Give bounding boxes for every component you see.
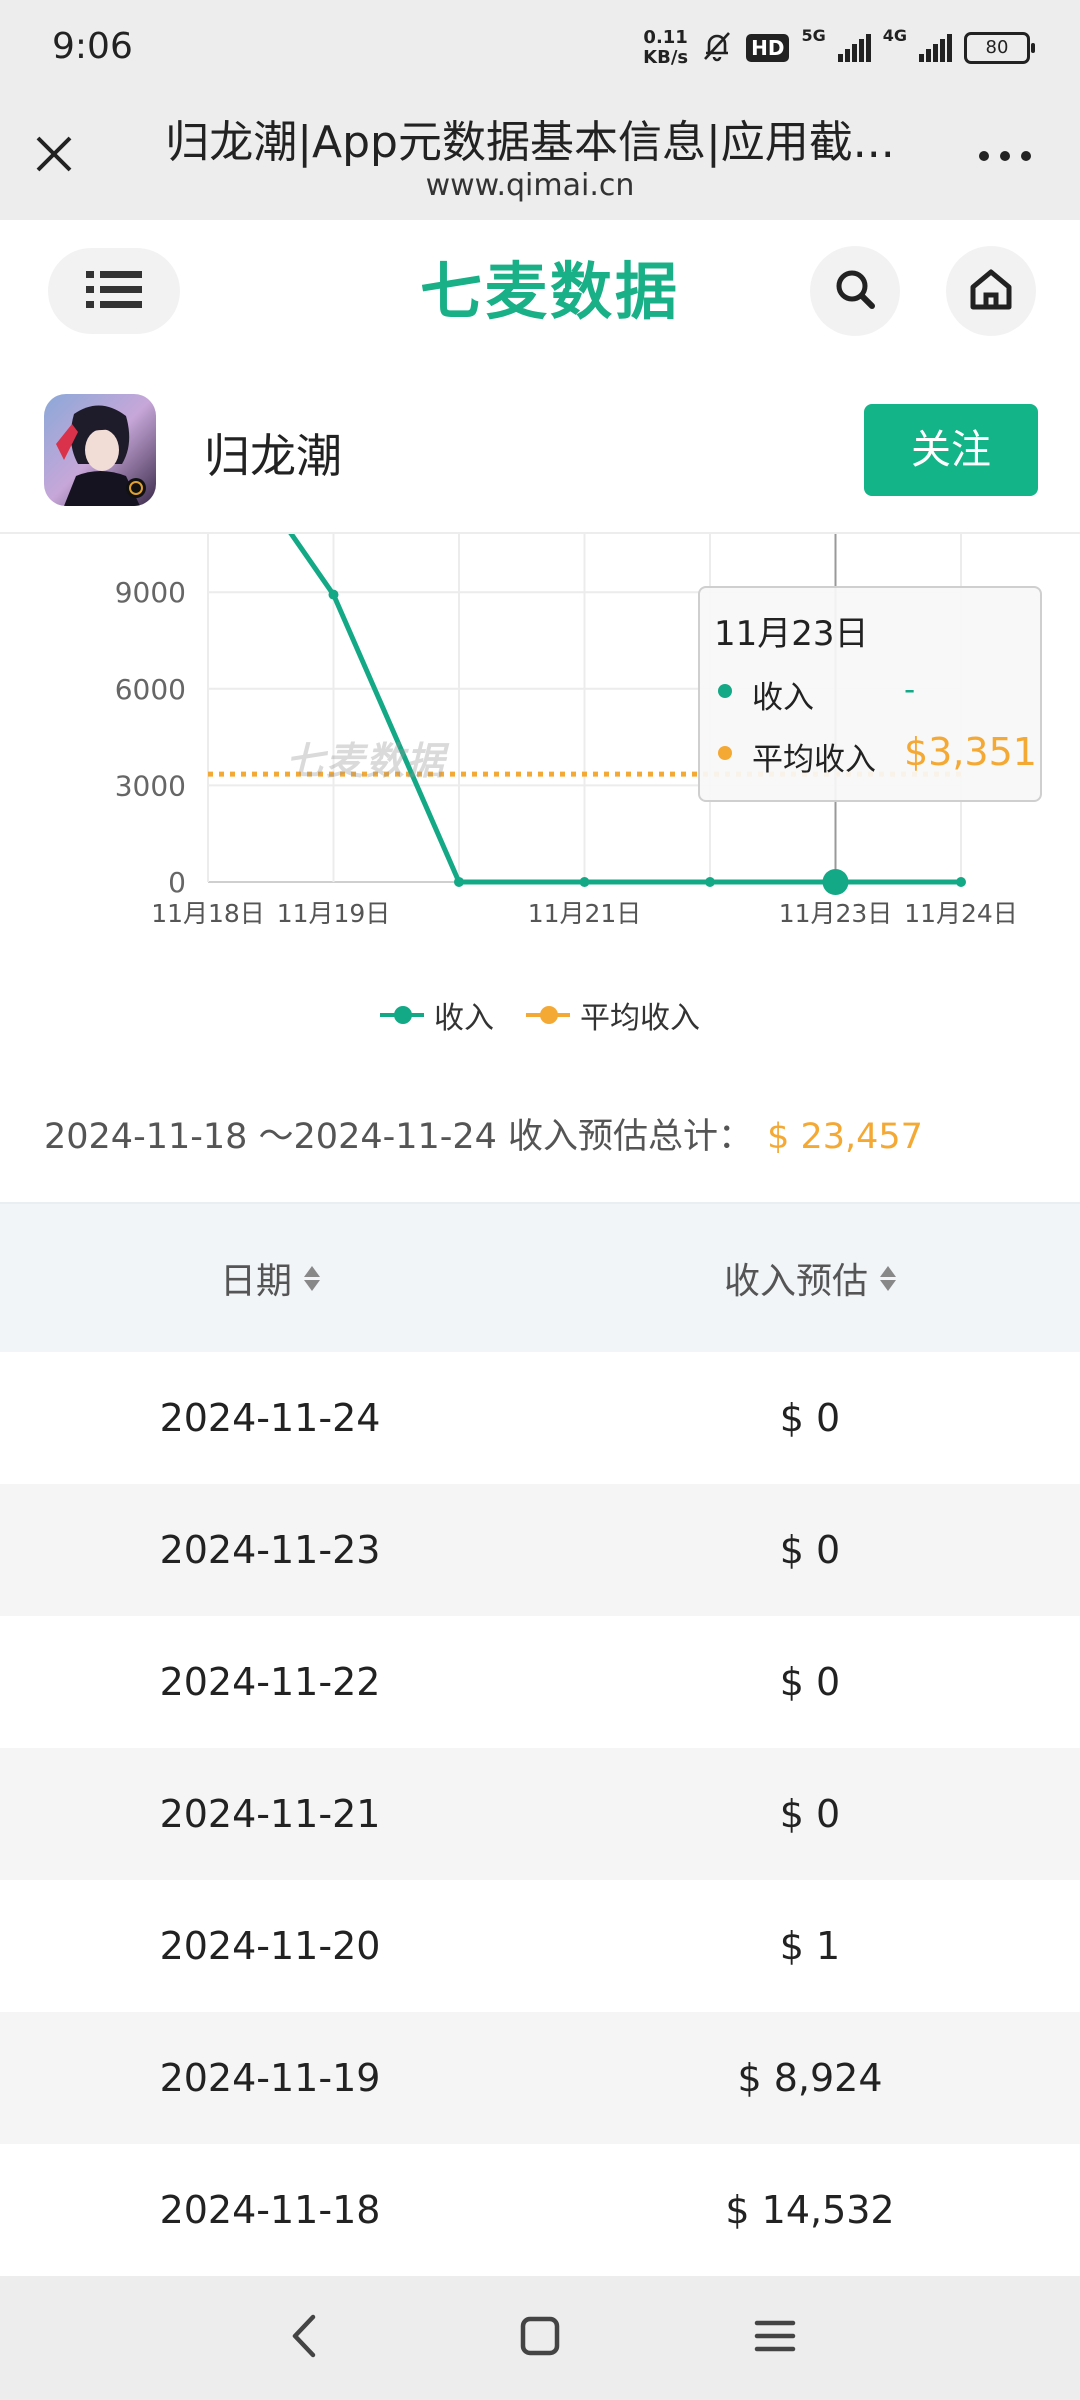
chart-watermark: 七麦数据 bbox=[286, 739, 447, 783]
table-row: 2024-11-22 $ 0 bbox=[0, 1616, 1080, 1748]
search-icon bbox=[833, 267, 877, 315]
legend-revenue-label: 收入 bbox=[434, 1001, 494, 1036]
signal-5g-label: 5G bbox=[801, 26, 826, 45]
recents-button[interactable] bbox=[730, 2296, 820, 2380]
list-icon bbox=[86, 269, 142, 313]
browser-page-title: 归龙潮|App元数据基本信息|应用截... bbox=[165, 117, 895, 168]
sort-icon[interactable] bbox=[880, 1265, 896, 1291]
battery-icon: 80 bbox=[964, 32, 1035, 64]
signal-4g-icon bbox=[919, 34, 952, 62]
legend-item-revenue[interactable]: 收入 bbox=[380, 993, 494, 1037]
y-tick-label: 9000 bbox=[115, 576, 186, 609]
tooltip-revenue-value: - bbox=[904, 672, 916, 708]
cell-date: 2024-11-24 bbox=[159, 1396, 381, 1440]
home-icon bbox=[967, 265, 1015, 317]
cell-revenue: $ 0 bbox=[779, 1396, 841, 1440]
legend-average-label: 平均收入 bbox=[580, 1001, 700, 1036]
tooltip-revenue-label: 收入 bbox=[752, 680, 814, 716]
status-time: 9:06 bbox=[52, 26, 133, 67]
y-tick-label: 0 bbox=[168, 866, 186, 899]
header-revenue-label: 收入预估 bbox=[723, 1261, 868, 1302]
y-axis: 0 3000 6000 9000 bbox=[115, 576, 186, 899]
home-button[interactable] bbox=[946, 246, 1036, 336]
cell-revenue: $ 1 bbox=[779, 1924, 841, 1968]
home-nav-button[interactable] bbox=[495, 2296, 585, 2380]
cell-date: 2024-11-22 bbox=[159, 1660, 381, 1704]
sort-icon[interactable] bbox=[304, 1265, 320, 1291]
revenue-summary: 2024-11-18 ～2024-11-24 收入预估总计： $ 23,457 bbox=[44, 1108, 923, 1159]
y-tick-label: 3000 bbox=[115, 769, 186, 802]
signal-5g-icon bbox=[837, 34, 871, 62]
legend-item-average[interactable]: 平均收入 bbox=[526, 993, 700, 1037]
browser-url[interactable]: www.qimai.cn bbox=[140, 168, 920, 203]
y-tick-label: 6000 bbox=[115, 673, 186, 706]
table-row: 2024-11-24 $ 0 bbox=[0, 1352, 1080, 1484]
table-row: 2024-11-20 $ 1 bbox=[0, 1880, 1080, 2012]
x-tick-label: 11月18日 bbox=[151, 899, 265, 928]
summary-label: 2024-11-18 ～2024-11-24 收入预估总计： bbox=[44, 1117, 754, 1157]
legend-revenue-marker bbox=[380, 1006, 424, 1024]
hd-voice-icon: HD bbox=[746, 34, 790, 62]
signal-4g-label: 4G bbox=[882, 26, 907, 45]
x-tick-label: 11月24日 bbox=[904, 899, 1018, 928]
cell-revenue: $ 0 bbox=[779, 1792, 841, 1836]
legend-average-marker bbox=[526, 1006, 570, 1024]
data-point bbox=[454, 876, 464, 887]
cell-revenue: $ 0 bbox=[779, 1660, 841, 1704]
header-revenue[interactable]: 收入预估 bbox=[540, 1204, 1080, 1352]
follow-button[interactable]: 关注 bbox=[864, 404, 1038, 496]
table-row: 2024-11-23 $ 0 bbox=[0, 1484, 1080, 1616]
tooltip-average-dot bbox=[718, 746, 732, 760]
square-icon bbox=[518, 2314, 562, 2362]
tooltip-average-value: $3,351 bbox=[904, 730, 1037, 774]
data-point bbox=[328, 589, 339, 600]
header-date-label: 日期 bbox=[219, 1261, 292, 1302]
cell-date: 2024-11-19 bbox=[159, 2056, 381, 2100]
x-tick-label: 11月21日 bbox=[528, 899, 642, 928]
status-icons: 0.11 KB/s HD 5G 4G 80 bbox=[643, 26, 1035, 70]
tooltip-revenue-dot bbox=[718, 684, 732, 698]
data-point bbox=[956, 877, 966, 887]
network-speed: 0.11 KB/s bbox=[643, 28, 688, 68]
cell-revenue: $ 8,924 bbox=[737, 2056, 883, 2100]
browser-toolbar: 归龙潮|App元数据基本信息|应用截... www.qimai.cn bbox=[0, 96, 1080, 220]
back-icon bbox=[285, 2311, 325, 2365]
revenue-table: 日期 收入预估 2024-11-24 $ 0 2024-11-23 $ 0 20… bbox=[0, 1202, 1080, 2276]
mute-bell-icon bbox=[700, 29, 734, 68]
table-header: 日期 收入预估 bbox=[0, 1202, 1080, 1352]
cell-date: 2024-11-20 bbox=[159, 1924, 381, 1968]
table-row: 2024-11-21 $ 0 bbox=[0, 1748, 1080, 1880]
app-name: 归龙潮 bbox=[204, 429, 342, 483]
cell-date: 2024-11-21 bbox=[159, 1792, 381, 1836]
x-tick-label: 11月23日 bbox=[779, 899, 893, 928]
tooltip-date: 11月23日 bbox=[714, 614, 869, 654]
back-button[interactable] bbox=[260, 2296, 350, 2380]
x-tick-label: 11月19日 bbox=[277, 899, 391, 928]
app-icon[interactable] bbox=[44, 394, 156, 506]
hamburger-icon bbox=[753, 2314, 797, 2362]
cell-revenue: $ 0 bbox=[779, 1528, 841, 1572]
site-logo[interactable]: 七麦数据 bbox=[400, 252, 700, 332]
close-icon[interactable] bbox=[24, 124, 84, 184]
search-button[interactable] bbox=[810, 246, 900, 336]
table-row: 2024-11-19 $ 8,924 bbox=[0, 2012, 1080, 2144]
summary-total: $ 23,457 bbox=[767, 1117, 923, 1157]
data-point bbox=[579, 877, 590, 887]
tooltip-average-label: 平均收入 bbox=[752, 742, 876, 778]
battery-level: 80 bbox=[985, 37, 1009, 58]
header-date[interactable]: 日期 bbox=[0, 1204, 540, 1352]
network-speed-value: 0.11 bbox=[643, 27, 688, 48]
highlight-point bbox=[822, 869, 849, 895]
more-options-icon[interactable] bbox=[970, 126, 1040, 186]
chart-legend: 收入 平均收入 bbox=[0, 990, 1080, 1040]
x-axis: 11月18日 11月19日 11月21日 11月23日 11月24日 bbox=[151, 899, 1018, 928]
cell-revenue: $ 14,532 bbox=[725, 2188, 895, 2232]
cell-date: 2024-11-23 bbox=[159, 1528, 381, 1572]
network-speed-unit: KB/s bbox=[643, 47, 689, 68]
table-row: 2024-11-18 $ 14,532 bbox=[0, 2144, 1080, 2276]
menu-button[interactable] bbox=[48, 248, 180, 334]
data-point bbox=[705, 877, 715, 887]
cell-date: 2024-11-18 bbox=[159, 2188, 381, 2232]
